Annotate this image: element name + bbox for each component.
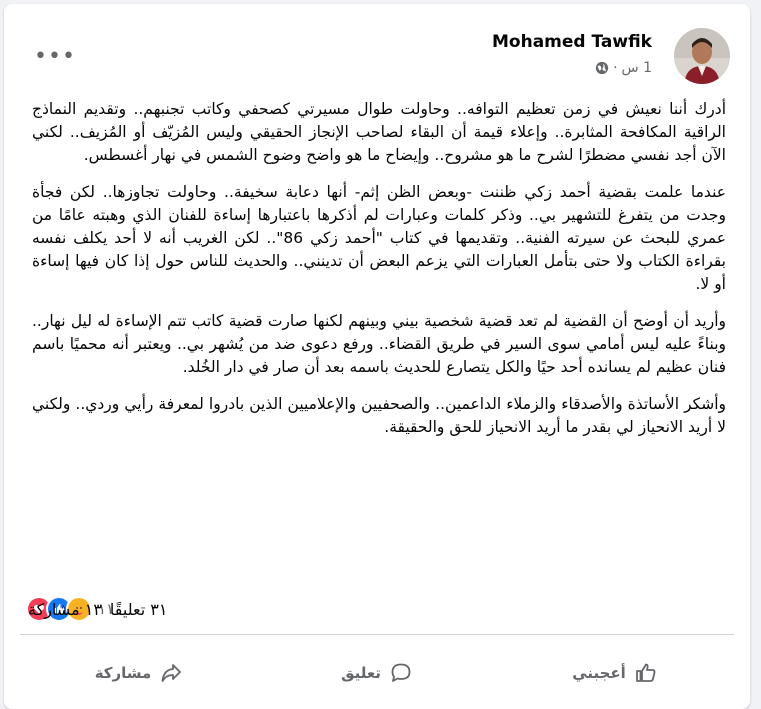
post-card: Mohamed Tawfik 1 س · ••• أدرك أننا نعيش … [4,4,750,709]
comments-count[interactable]: ٣١ تعليقًا [110,600,168,619]
engagement-counts: ٣١ تعليقًا ١٣ مشاركة [28,600,167,619]
comment-button[interactable]: تعليق [258,645,496,701]
post-actions: أعجبني تعليق مشاركة [20,645,734,701]
shares-count[interactable]: ١٣ مشاركة [28,600,102,619]
post-paragraph: وأشكر الأساتذة والأصدقاء والزملاء الداعم… [32,395,726,436]
post-paragraph: وأريد أن أوضح أن القضية لم تعد قضية شخصي… [32,312,726,376]
author-name[interactable]: Mohamed Tawfik [492,32,652,52]
comment-icon [391,663,411,682]
comment-label: تعليق [341,664,381,682]
share-button[interactable]: مشاركة [20,645,258,701]
post-header: Mohamed Tawfik 1 س · ••• [4,18,750,84]
like-button[interactable]: أعجبني [496,645,734,701]
post-paragraph: أدرك أننا نعيش في زمن تعظيم التوافه.. وح… [32,100,726,164]
post-stats: ١١٠ ٣١ تعليقًا ١٣ مشاركة [4,590,750,630]
globe-icon[interactable] [595,61,609,75]
share-icon [161,664,182,682]
post-meta: 1 س · [595,60,652,76]
share-label: مشاركة [94,664,152,682]
post-timestamp[interactable]: 1 س [622,60,652,76]
divider [20,634,734,635]
avatar-image [674,28,730,84]
more-options-icon[interactable]: ••• [34,44,76,69]
avatar[interactable] [674,28,730,84]
like-label: أعجبني [572,664,626,682]
post-paragraph: عندما علمت بقضية أحمد زكي ظننت -وبعض الظ… [32,183,726,293]
post-body: أدرك أننا نعيش في زمن تعظيم التوافه.. وح… [32,98,726,453]
thumbs-up-icon [635,663,656,682]
meta-separator: · [613,60,618,76]
